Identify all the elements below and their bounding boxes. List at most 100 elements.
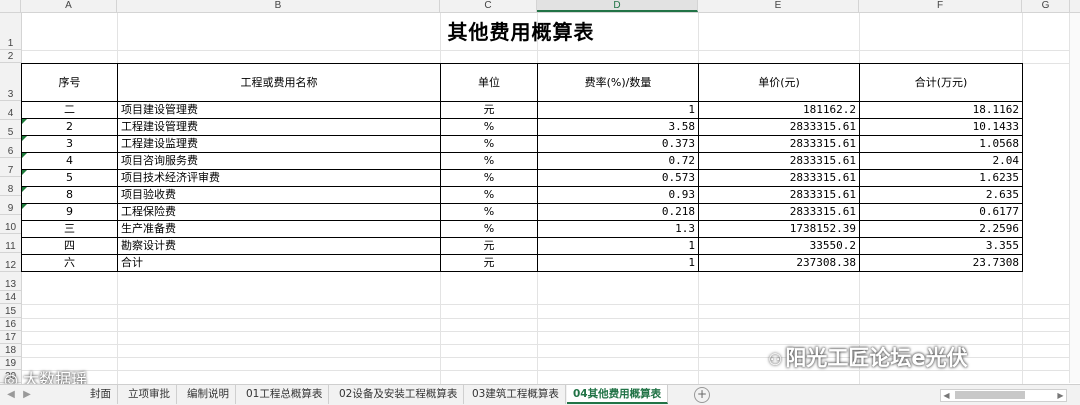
cell-total[interactable]: 1.0568 bbox=[859, 135, 1023, 153]
row-header[interactable]: 4 bbox=[0, 101, 21, 120]
column-header-e[interactable]: E bbox=[698, 0, 859, 12]
cell-rate[interactable]: 0.93 bbox=[537, 186, 699, 204]
cell-no[interactable]: 8 bbox=[21, 186, 118, 204]
cell-rate[interactable]: 1 bbox=[537, 237, 699, 255]
cell-name[interactable]: 工程保险费 bbox=[117, 203, 441, 221]
tab-equipment[interactable]: 02设备及安装工程概算表 bbox=[333, 385, 465, 404]
cell-unit[interactable]: % bbox=[440, 118, 538, 136]
cell-price[interactable]: 2833315.61 bbox=[698, 152, 860, 170]
cell-unit[interactable]: 元 bbox=[440, 101, 538, 119]
cell-name[interactable]: 项目技术经济评审费 bbox=[117, 169, 441, 187]
cell-name[interactable]: 项目咨询服务费 bbox=[117, 152, 441, 170]
row-header[interactable]: 8 bbox=[0, 177, 21, 196]
cell-total[interactable]: 2.2596 bbox=[859, 220, 1023, 238]
row-header[interactable]: 3 bbox=[0, 63, 21, 101]
cell-no[interactable]: 3 bbox=[21, 135, 118, 153]
cell-unit[interactable]: % bbox=[440, 152, 538, 170]
cell-name[interactable]: 生产准备费 bbox=[117, 220, 441, 238]
cell-unit[interactable]: % bbox=[440, 135, 538, 153]
row-header[interactable]: 2 bbox=[0, 50, 21, 63]
cell-total[interactable]: 2.04 bbox=[859, 152, 1023, 170]
cell-rate[interactable]: 0.573 bbox=[537, 169, 699, 187]
cell-rate[interactable]: 0.72 bbox=[537, 152, 699, 170]
cell-rate[interactable]: 0.373 bbox=[537, 135, 699, 153]
cell-unit[interactable]: % bbox=[440, 169, 538, 187]
row-header[interactable]: 1 bbox=[0, 13, 21, 50]
cell-name[interactable]: 合计 bbox=[117, 254, 441, 272]
cell-price[interactable]: 2833315.61 bbox=[698, 169, 860, 187]
row-header[interactable]: 14 bbox=[0, 291, 21, 304]
cell-total[interactable]: 18.1162 bbox=[859, 101, 1023, 119]
cell-no[interactable]: 三 bbox=[21, 220, 118, 238]
cell-price[interactable]: 2833315.61 bbox=[698, 186, 860, 204]
vertical-scrollbar[interactable] bbox=[1069, 13, 1080, 383]
cell-no[interactable]: 5 bbox=[21, 169, 118, 187]
header-cell-no[interactable]: 序号 bbox=[21, 63, 118, 102]
tab-construction[interactable]: 03建筑工程概算表 bbox=[466, 385, 566, 404]
sheet-title[interactable]: 其他费用概算表 bbox=[21, 14, 1021, 50]
cell-rate[interactable]: 0.218 bbox=[537, 203, 699, 221]
row-header[interactable]: 11 bbox=[0, 234, 21, 253]
cell-unit[interactable]: 元 bbox=[440, 237, 538, 255]
cell-unit[interactable]: 元 bbox=[440, 254, 538, 272]
cell-total[interactable]: 1.6235 bbox=[859, 169, 1023, 187]
tab-cover[interactable]: 封面 bbox=[84, 385, 118, 404]
tab-summary[interactable]: 01工程总概算表 bbox=[240, 385, 330, 404]
scrollbar-thumb[interactable] bbox=[955, 391, 1025, 399]
header-cell-total[interactable]: 合计(万元) bbox=[859, 63, 1023, 102]
tab-approval[interactable]: 立项审批 bbox=[122, 385, 177, 404]
cell-rate[interactable]: 3.58 bbox=[537, 118, 699, 136]
tab-other-fees[interactable]: 04其他费用概算表 bbox=[567, 385, 669, 404]
scroll-left-icon[interactable]: ◀ bbox=[941, 390, 952, 401]
cell-no[interactable]: 二 bbox=[21, 101, 118, 119]
cell-no[interactable]: 四 bbox=[21, 237, 118, 255]
column-header-a[interactable]: A bbox=[21, 0, 117, 12]
cell-unit[interactable]: % bbox=[440, 203, 538, 221]
cell-total[interactable]: 23.7308 bbox=[859, 254, 1023, 272]
cell-unit[interactable]: % bbox=[440, 220, 538, 238]
row-header[interactable]: 15 bbox=[0, 304, 21, 318]
tab-notes[interactable]: 编制说明 bbox=[181, 385, 236, 404]
row-header[interactable]: 17 bbox=[0, 331, 21, 344]
cell-no[interactable]: 9 bbox=[21, 203, 118, 221]
column-header-b[interactable]: B bbox=[117, 0, 440, 12]
cell-price[interactable]: 33550.2 bbox=[698, 237, 860, 255]
row-header[interactable]: 18 bbox=[0, 344, 21, 357]
cell-no[interactable]: 4 bbox=[21, 152, 118, 170]
tab-scroll-right-icon[interactable]: ▶ bbox=[20, 388, 34, 401]
cell-rate[interactable]: 1 bbox=[537, 254, 699, 272]
cell-price[interactable]: 237308.38 bbox=[698, 254, 860, 272]
cell-rate[interactable]: 1 bbox=[537, 101, 699, 119]
row-header[interactable]: 12 bbox=[0, 253, 21, 272]
row-header[interactable]: 5 bbox=[0, 120, 21, 139]
row-header[interactable]: 7 bbox=[0, 158, 21, 177]
cell-price[interactable]: 181162.2 bbox=[698, 101, 860, 119]
cell-total[interactable]: 0.6177 bbox=[859, 203, 1023, 221]
cell-price[interactable]: 1738152.39 bbox=[698, 220, 860, 238]
cell-price[interactable]: 2833315.61 bbox=[698, 203, 860, 221]
cell-name[interactable]: 项目验收费 bbox=[117, 186, 441, 204]
header-cell-price[interactable]: 单价(元) bbox=[698, 63, 860, 102]
cell-unit[interactable]: % bbox=[440, 186, 538, 204]
cell-price[interactable]: 2833315.61 bbox=[698, 135, 860, 153]
header-cell-unit[interactable]: 单位 bbox=[440, 63, 538, 102]
column-header-d[interactable]: D bbox=[537, 0, 698, 12]
cell-name[interactable]: 项目建设管理费 bbox=[117, 101, 441, 119]
select-all-corner[interactable] bbox=[0, 0, 21, 12]
row-header[interactable]: 13 bbox=[0, 272, 21, 291]
tab-scroll-left-icon[interactable]: ◀ bbox=[4, 388, 18, 401]
cell-rate[interactable]: 1.3 bbox=[537, 220, 699, 238]
row-header[interactable]: 6 bbox=[0, 139, 21, 158]
scroll-right-icon[interactable]: ▶ bbox=[1055, 390, 1066, 401]
row-header[interactable]: 16 bbox=[0, 318, 21, 331]
horizontal-scrollbar[interactable]: ◀ ▶ bbox=[940, 389, 1067, 402]
column-header-c[interactable]: C bbox=[440, 0, 537, 12]
header-cell-rate[interactable]: 费率(%)/数量 bbox=[537, 63, 699, 102]
column-header-g[interactable]: G bbox=[1022, 0, 1070, 12]
header-cell-name[interactable]: 工程或费用名称 bbox=[117, 63, 441, 102]
cell-name[interactable]: 工程建设监理费 bbox=[117, 135, 441, 153]
cell-price[interactable]: 2833315.61 bbox=[698, 118, 860, 136]
row-header[interactable]: 10 bbox=[0, 215, 21, 234]
cell-total[interactable]: 3.355 bbox=[859, 237, 1023, 255]
cell-no[interactable]: 2 bbox=[21, 118, 118, 136]
